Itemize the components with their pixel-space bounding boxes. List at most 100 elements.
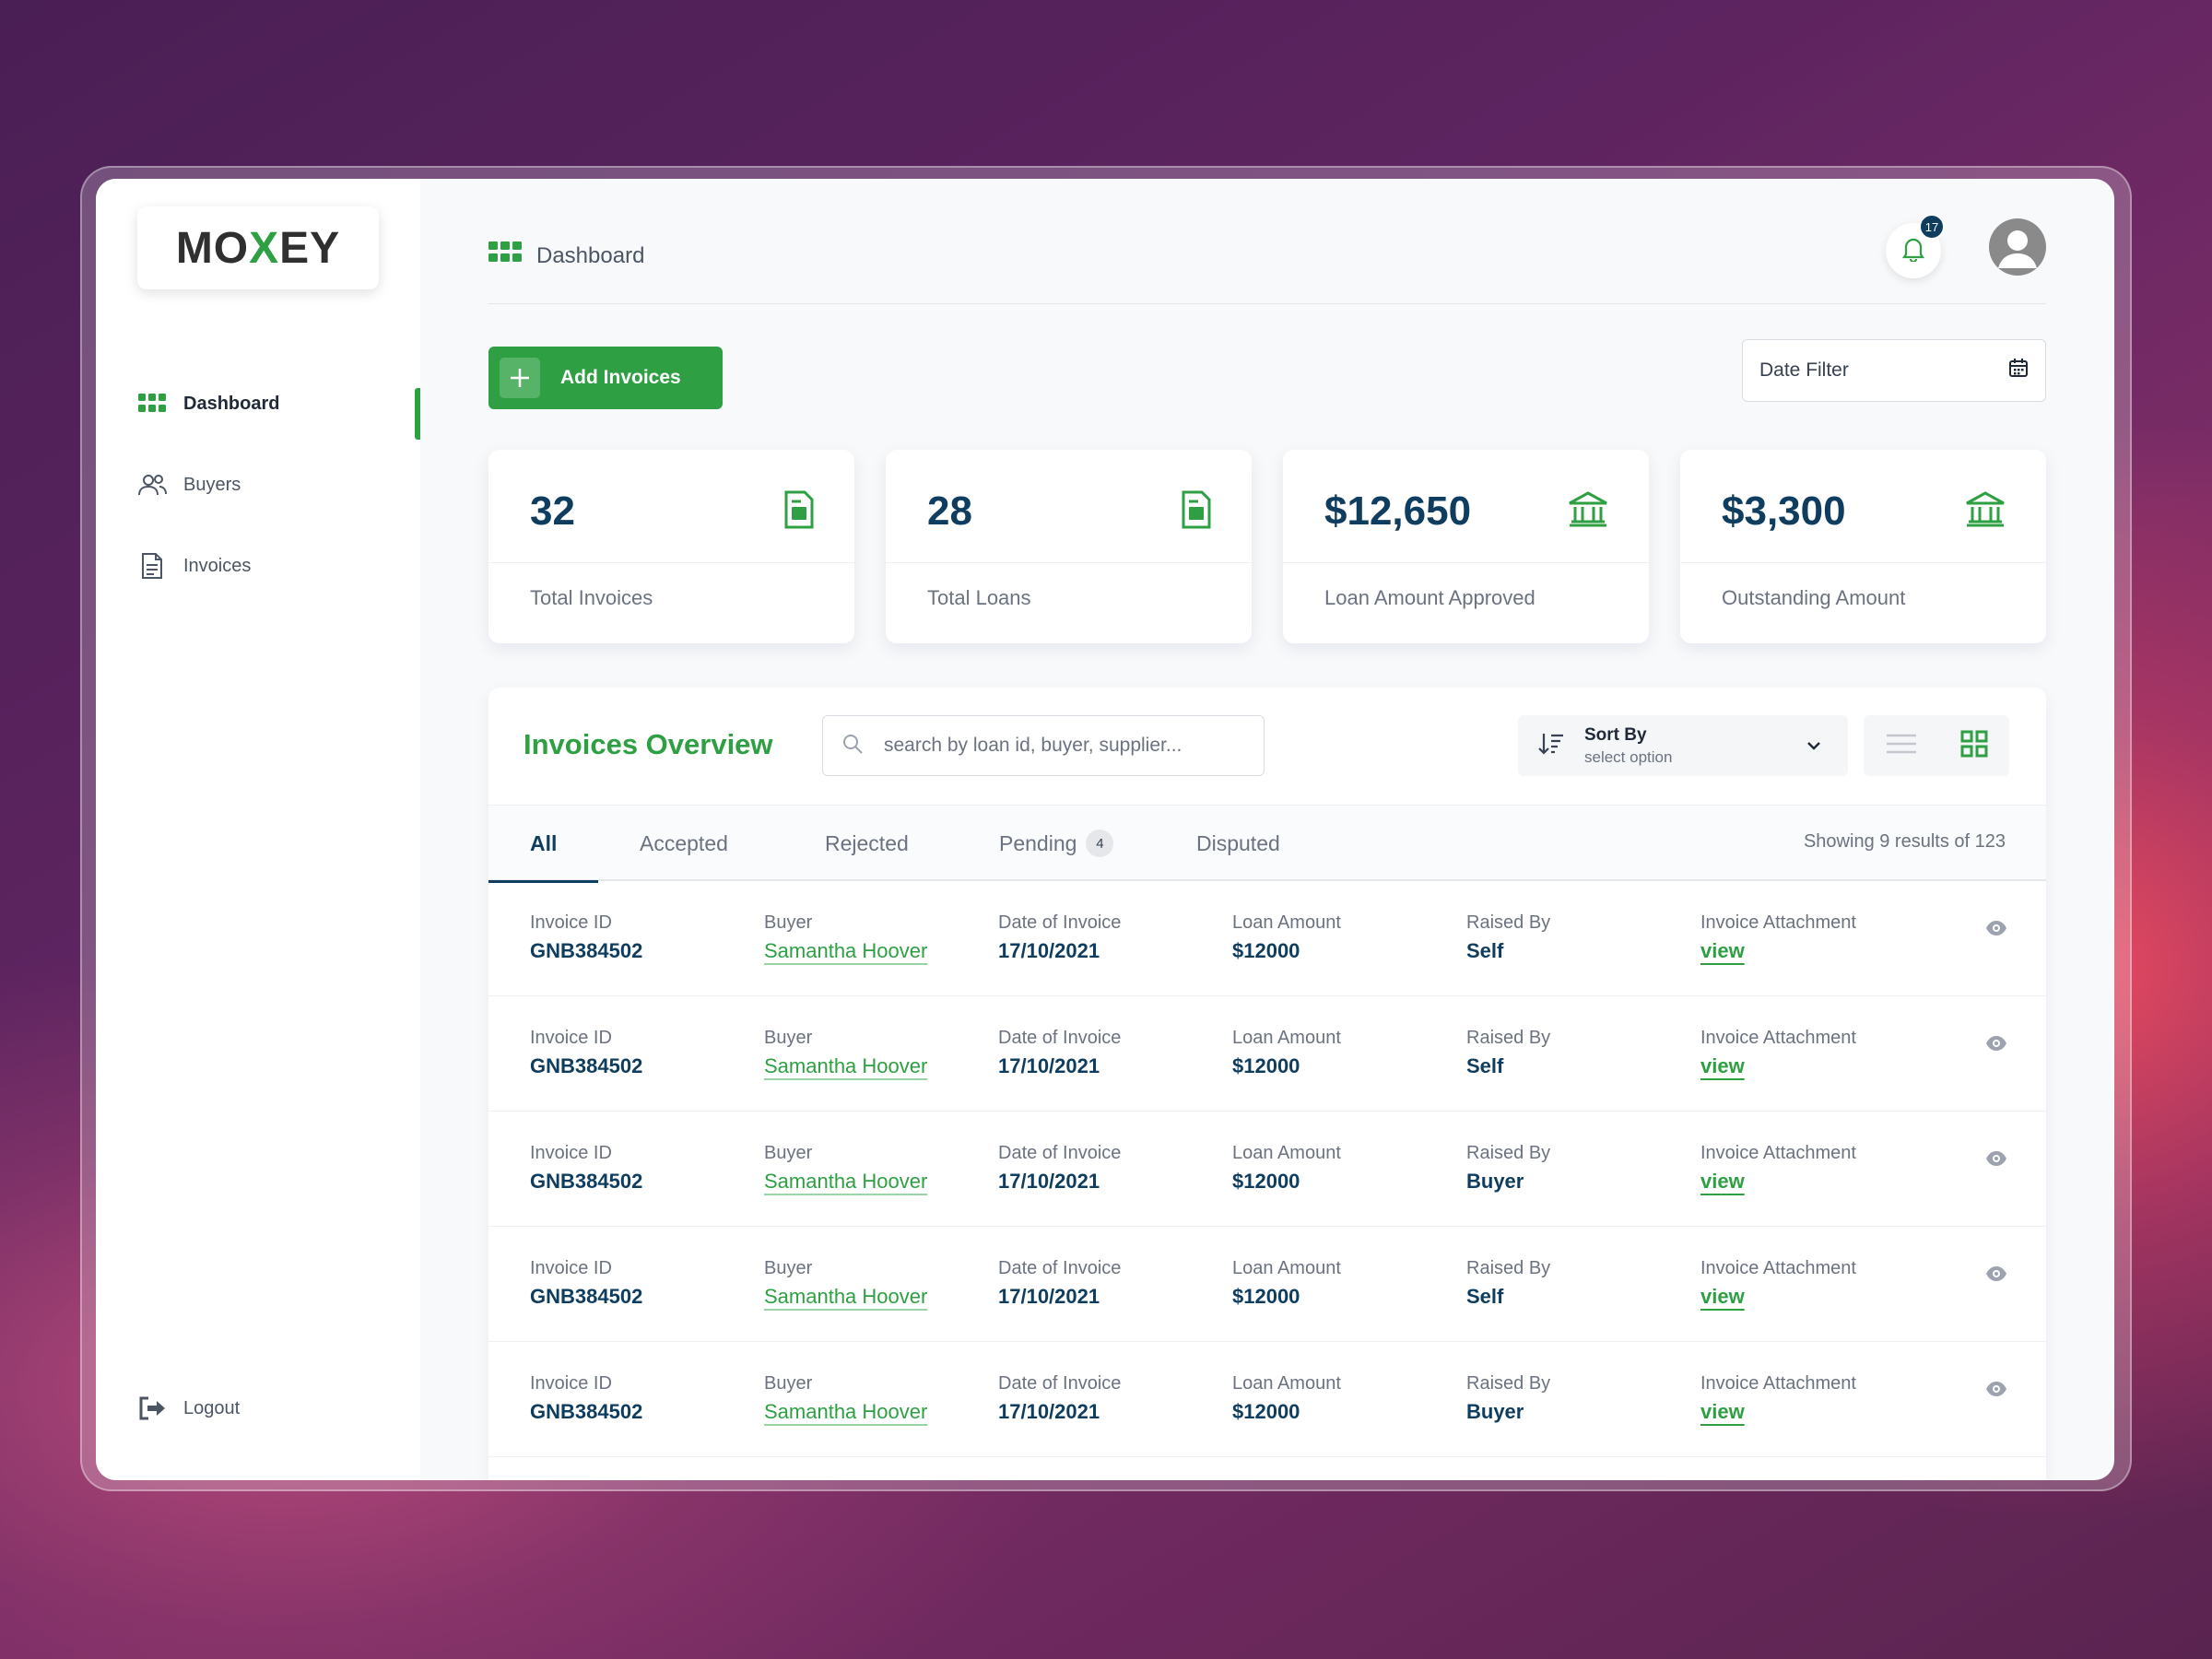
invoice-id: GNB384502	[530, 939, 643, 962]
document-icon	[1182, 490, 1211, 534]
sort-icon	[1538, 732, 1564, 760]
invoice-id: GNB384502	[530, 1054, 643, 1077]
list-view-icon[interactable]	[1886, 733, 1917, 759]
tab-accepted[interactable]: Accepted	[640, 806, 728, 881]
column-header: Buyer	[764, 1143, 813, 1163]
sort-text: Sort By select option	[1584, 725, 1672, 767]
tab-label: Disputed	[1196, 830, 1280, 855]
logout-icon	[137, 1394, 167, 1423]
loan-amount: $12000	[1232, 1170, 1300, 1193]
sidebar-item-dashboard[interactable]: Dashboard	[96, 363, 420, 444]
buyer[interactable]: Samantha Hoover	[764, 1054, 927, 1078]
date-filter-label: Date Filter	[1759, 359, 1849, 381]
stat-value: 32	[530, 488, 575, 534]
eye-icon[interactable]	[1985, 920, 2007, 941]
stats-cards: 32 Total Invoices 28 Total Loans $12,650	[488, 450, 2046, 643]
column-header: Buyer	[764, 1258, 813, 1278]
breadcrumb: Dashboard	[488, 241, 644, 270]
buyer[interactable]: Samantha Hoover	[764, 1285, 927, 1309]
stat-label: Total Invoices	[530, 586, 653, 609]
column-header: Raised By	[1466, 1373, 1551, 1394]
eye-icon[interactable]	[1985, 1265, 2007, 1287]
grid-view-icon[interactable]	[1960, 730, 1988, 762]
avatar[interactable]	[1989, 218, 2046, 276]
column-header: Buyer	[764, 1373, 813, 1394]
raised-by: Self	[1466, 939, 1504, 962]
attachment-view-link[interactable]: view	[1700, 939, 1856, 963]
view-toggle	[1864, 715, 2009, 776]
invoice-date-cell: Date of Invoice 17/10/2021	[998, 1143, 1121, 1194]
raised-by: Self	[1466, 1054, 1504, 1077]
column-header: Date of Invoice	[998, 1373, 1122, 1394]
invoice-date: 17/10/2021	[998, 1170, 1100, 1193]
eye-icon[interactable]	[1985, 1035, 2007, 1056]
invoice-id-cell: Invoice ID GNB384502	[530, 1258, 642, 1309]
logo[interactable]: MO X EY	[137, 206, 379, 289]
logo-text-x: X	[249, 223, 280, 273]
sidebar-item-buyers[interactable]: Buyers	[96, 444, 420, 525]
add-invoices-button[interactable]: Add Invoices	[488, 347, 723, 409]
document-icon	[137, 551, 167, 581]
column-header: Invoice ID	[530, 1028, 612, 1048]
card-divider	[1283, 562, 1649, 563]
grid-icon	[137, 389, 167, 418]
search-input[interactable]	[884, 735, 1234, 757]
raised-by: Buyer	[1466, 1170, 1524, 1193]
status-tabs: All Accepted Rejected Pending 4 Disputed …	[488, 806, 2046, 883]
attachment-view-link-cell: Invoice Attachment view	[1700, 1258, 1856, 1309]
main-content: Dashboard 17 Add Invoices Date Filter 32…	[420, 179, 2114, 1480]
eye-icon[interactable]	[1985, 1150, 2007, 1171]
buyer-cell: Buyer Samantha Hoover	[764, 1373, 927, 1424]
loan-amount-cell: Loan Amount $12000	[1232, 1028, 1341, 1078]
stat-label: Total Loans	[927, 586, 1031, 609]
attachment-view-link[interactable]: view	[1700, 1054, 1856, 1078]
loan-amount-cell: Loan Amount $12000	[1232, 1373, 1341, 1424]
attachment-view-link[interactable]: view	[1700, 1400, 1856, 1424]
loan-amount: $12000	[1232, 1054, 1300, 1077]
attachment-view-link[interactable]: view	[1700, 1285, 1856, 1309]
column-header: Invoice Attachment	[1700, 1373, 1856, 1394]
buyer-cell: Buyer Samantha Hoover	[764, 1258, 927, 1309]
tab-pending[interactable]: Pending 4	[999, 806, 1114, 881]
sort-by-dropdown[interactable]: Sort By select option	[1518, 715, 1848, 776]
sort-value: select option	[1584, 747, 1673, 766]
sidebar-item-invoices[interactable]: Invoices	[96, 525, 420, 606]
logo-text-end: EY	[279, 223, 341, 273]
invoice-id-cell: Invoice ID GNB384502	[530, 1028, 642, 1078]
stat-value: 28	[927, 488, 972, 534]
column-header: Raised By	[1466, 912, 1551, 933]
buyer[interactable]: Samantha Hoover	[764, 1400, 927, 1424]
date-filter[interactable]: Date Filter	[1742, 339, 2046, 402]
calendar-icon	[2008, 358, 2029, 383]
logout-button[interactable]: Logout	[137, 1394, 240, 1423]
loan-amount: $12000	[1232, 1285, 1300, 1308]
panel-header: Invoices Overview Sort By select option	[488, 688, 2046, 806]
attachment-view-link[interactable]: view	[1700, 1170, 1856, 1194]
tab-label: Pending	[999, 830, 1077, 855]
logo-text-start: MO	[175, 223, 250, 273]
column-header: Invoice Attachment	[1700, 912, 1856, 933]
eye-icon[interactable]	[1985, 1381, 2007, 1402]
card-divider	[1680, 562, 2046, 563]
user-icon	[1998, 230, 2037, 268]
table-row: Invoice ID GNB384502 Buyer Samantha Hoover D…	[488, 881, 2046, 996]
stat-label: Outstanding Amount	[1722, 586, 1906, 609]
raised-by-cell: Raised By Self	[1466, 1028, 1550, 1078]
buyer-cell: Buyer Samantha Hoover	[764, 1028, 927, 1078]
tab-rejected[interactable]: Rejected	[825, 806, 909, 881]
tab-all[interactable]: All	[488, 806, 600, 883]
column-header: Loan Amount	[1232, 1258, 1341, 1278]
app-window: MO X EY Dashboard Buyers Invoices Logout…	[96, 179, 2114, 1480]
column-header: Invoice Attachment	[1700, 1258, 1856, 1278]
buyer-cell: Buyer Samantha Hoover	[764, 1143, 927, 1194]
logout-label: Logout	[183, 1397, 241, 1418]
notification-button[interactable]: 17	[1886, 214, 1945, 278]
chevron-down-icon	[1806, 737, 1822, 759]
tab-disputed[interactable]: Disputed	[1196, 806, 1280, 881]
column-header: Invoice Attachment	[1700, 1143, 1856, 1163]
card-divider	[886, 562, 1252, 563]
column-header: Date of Invoice	[998, 912, 1122, 933]
raised-by-cell: Raised By Self	[1466, 1258, 1550, 1309]
buyer[interactable]: Samantha Hoover	[764, 1170, 927, 1194]
buyer[interactable]: Samantha Hoover	[764, 939, 927, 963]
